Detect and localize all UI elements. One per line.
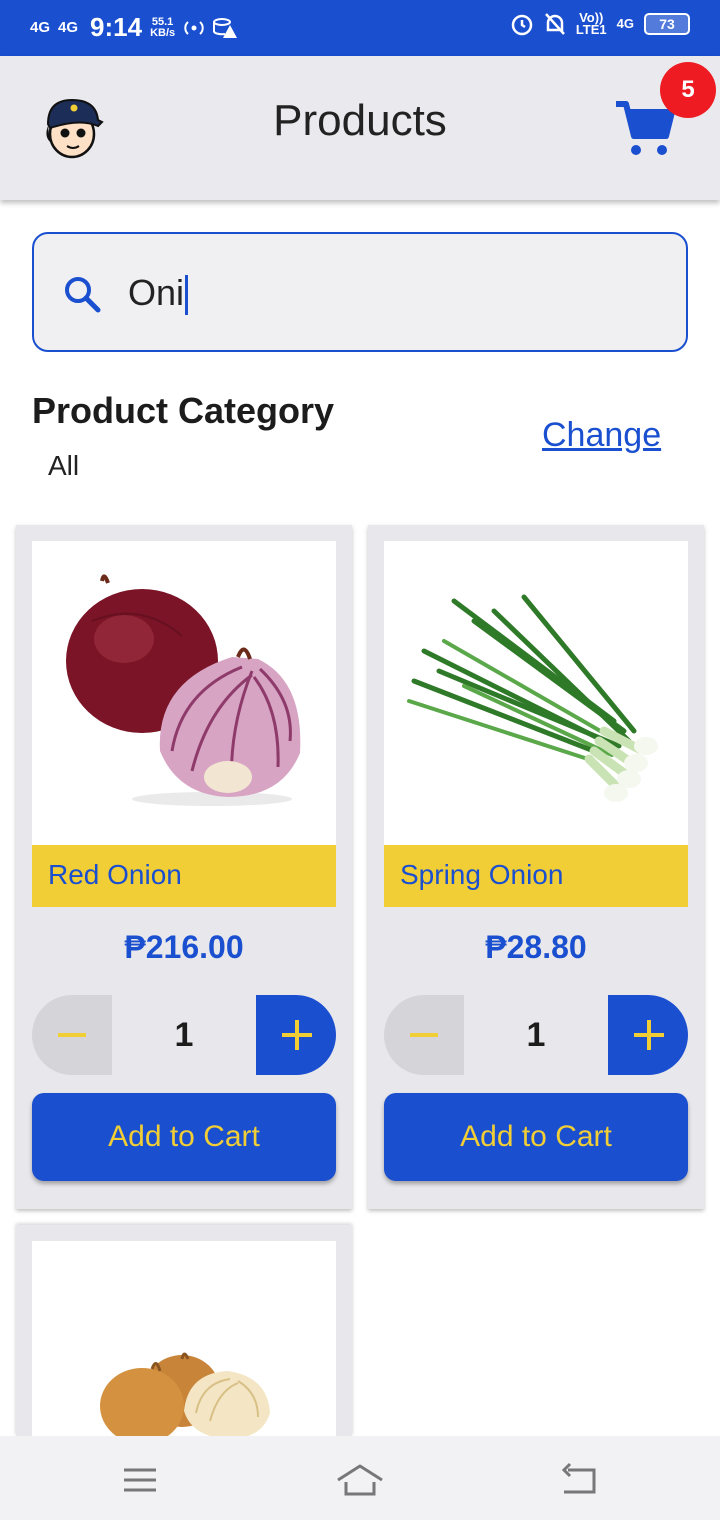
product-name: Red Onion: [48, 859, 182, 890]
quantity-value: 1: [174, 1016, 194, 1054]
search-icon: [65, 277, 101, 313]
product-image[interactable]: [384, 541, 688, 845]
search-value-text: Oni: [128, 272, 185, 313]
decrease-quantity-button[interactable]: [384, 995, 464, 1075]
lte-label: LTE1: [575, 22, 607, 37]
product-name-band: Red Onion: [32, 845, 336, 907]
app-bar: Products: [0, 56, 720, 200]
plus-icon-stem: [295, 1020, 299, 1050]
plus-icon-stem: [647, 1020, 651, 1050]
battery-level: 73: [644, 13, 690, 35]
yellow-onion-image: [100, 1352, 270, 1436]
data-warning-icon: [213, 17, 238, 38]
home-icon[interactable]: [336, 1460, 384, 1500]
add-to-cart-button[interactable]: Add to Cart: [384, 1093, 688, 1181]
cart-count-badge[interactable]: 5: [660, 62, 716, 118]
notifications-off-icon: [544, 13, 565, 35]
system-nav-bar: [0, 1436, 720, 1520]
network-speed-value: 55.1: [151, 15, 174, 28]
product-card-red-onion: Red Onion ₱216.00 1 Add to Cart: [16, 525, 352, 1209]
minus-icon: [58, 1033, 86, 1037]
signal-strength-1: 4G: [30, 18, 51, 36]
spring-onion-image: [407, 594, 658, 802]
volte-indicator: Vo)) LTE1: [575, 11, 607, 37]
product-price: ₱28.80: [485, 929, 587, 965]
clock-time: 9:14: [90, 12, 143, 42]
product-image[interactable]: [32, 541, 336, 845]
decrease-quantity-button[interactable]: [32, 995, 112, 1075]
product-name: Spring Onion: [400, 859, 564, 890]
search-value[interactable]: Oni: [128, 272, 189, 316]
product-image[interactable]: [32, 1241, 336, 1436]
network-speed-unit: KB/s: [150, 26, 176, 39]
page-title: Products: [273, 96, 447, 145]
product-card-spring-onion: Spring Onion ₱28.80 1 Add to Cart: [368, 525, 704, 1209]
menu-icon[interactable]: [120, 1460, 160, 1500]
text-caret: [185, 275, 189, 316]
increase-quantity-button[interactable]: [256, 995, 336, 1075]
back-icon[interactable]: [558, 1460, 598, 1500]
network-speed: 55.1 KB/s: [150, 15, 176, 39]
product-category-heading: Product Category: [32, 390, 335, 431]
red-onion-image: [66, 574, 301, 806]
quantity-value: 1: [526, 1016, 546, 1054]
increase-quantity-button[interactable]: [608, 995, 688, 1075]
search-input[interactable]: Oni: [32, 232, 688, 352]
network-type: 4G: [616, 16, 634, 31]
alarm-icon: [511, 14, 533, 36]
product-price: ₱216.00: [124, 929, 244, 965]
signal-strength-2: 4G: [58, 18, 79, 36]
add-to-cart-button[interactable]: Add to Cart: [32, 1093, 336, 1181]
hotspot-icon: [184, 20, 204, 35]
product-category-value: All: [48, 450, 80, 481]
status-bar: 4G 4G 9:14 55.1 KB/s Vo)) LTE1 4G 73: [0, 0, 720, 56]
minus-icon: [410, 1033, 438, 1037]
change-category-link[interactable]: Change: [542, 416, 661, 455]
product-name-band: Spring Onion: [384, 845, 688, 907]
product-card-onion: [16, 1225, 352, 1436]
